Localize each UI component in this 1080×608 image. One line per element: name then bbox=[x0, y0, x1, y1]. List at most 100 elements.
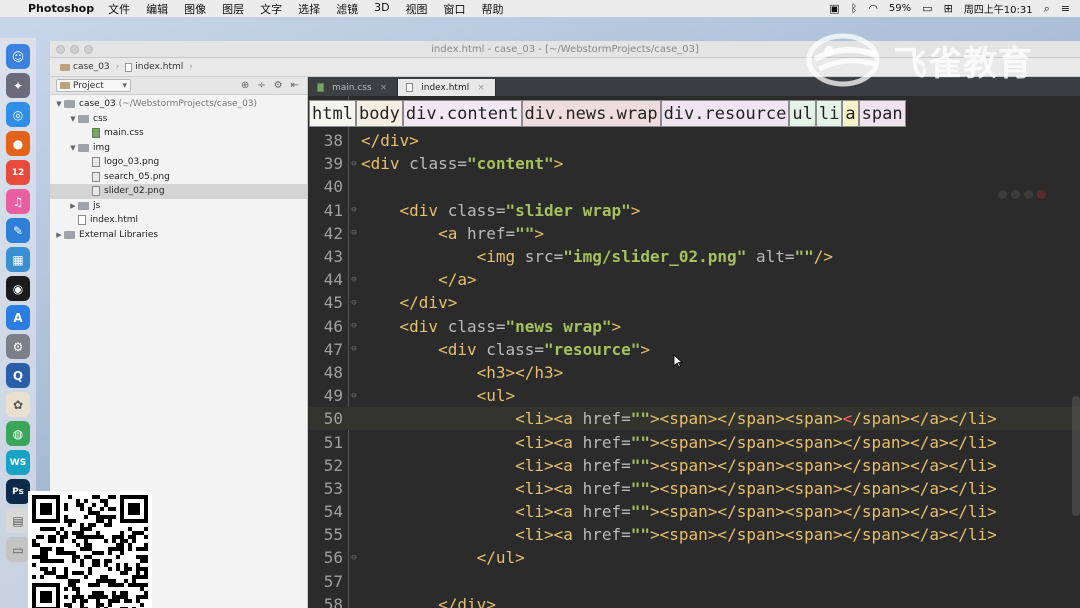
menu-item[interactable]: 编辑 bbox=[146, 1, 168, 17]
gear-icon[interactable]: ⚙ bbox=[274, 80, 283, 91]
code-line[interactable]: 47 ⊖ <div class="resource"> bbox=[309, 338, 1080, 361]
code-line[interactable]: 58 </div> bbox=[309, 593, 1080, 608]
chrome-icon[interactable]: ◍ bbox=[6, 421, 30, 446]
tag-breadcrumb-item[interactable]: div.content bbox=[402, 100, 522, 127]
tab-main-css[interactable]: main.css × bbox=[309, 79, 399, 96]
expand-arrow-icon[interactable]: ▼ bbox=[68, 144, 78, 152]
fold-marker-icon[interactable]: ⊖ bbox=[347, 275, 361, 285]
fold-marker-icon[interactable]: ⊖ bbox=[347, 298, 361, 308]
close-tab-icon[interactable]: × bbox=[380, 83, 388, 93]
code-editor[interactable]: html body div.content div.news.wrap div.reso… bbox=[309, 96, 1080, 608]
battery-icon[interactable]: ▭ bbox=[922, 2, 932, 15]
code-line[interactable]: 43 <img src="img/slider_02.png" alt=""/> bbox=[309, 245, 1080, 268]
code-line[interactable]: 53 <li><a href=""><span></span><span></s… bbox=[309, 477, 1080, 500]
tag-breadcrumb-item[interactable]: div.resource bbox=[660, 100, 790, 127]
menu-item[interactable]: 滤镜 bbox=[336, 1, 358, 17]
fold-marker-icon[interactable]: ⊖ bbox=[347, 228, 361, 238]
code-line[interactable]: 54 <li><a href=""><span></span><span></s… bbox=[309, 500, 1080, 523]
code-line[interactable]: 44 ⊖ </a> bbox=[309, 268, 1080, 291]
launchpad-icon[interactable]: ✦ bbox=[6, 73, 30, 98]
hide-panel-icon[interactable]: ⇤ bbox=[291, 80, 299, 91]
photos-icon[interactable]: ✿ bbox=[6, 392, 30, 417]
fold-marker-icon[interactable]: ⊖ bbox=[347, 321, 361, 331]
code-line[interactable]: 51 <li><a href=""><span></span><span></s… bbox=[309, 430, 1080, 453]
code-line[interactable]: 55 <li><a href=""><span></span><span></s… bbox=[309, 523, 1080, 546]
code-line[interactable]: 50 <li><a href=""><span></span><span></s… bbox=[309, 407, 1080, 431]
code-line[interactable]: 57 bbox=[309, 570, 1080, 593]
code-line[interactable]: 45 ⊖ </div> bbox=[309, 291, 1080, 314]
tree-item[interactable]: index.html bbox=[50, 213, 307, 228]
code-line[interactable]: 38 </div> bbox=[309, 129, 1080, 152]
fold-marker-icon[interactable]: ⊖ bbox=[347, 553, 361, 563]
sync-icon[interactable]: ⊕ bbox=[241, 80, 249, 91]
code-line[interactable]: 52 <li><a href=""><span></span><span></s… bbox=[309, 454, 1080, 477]
tree-item[interactable]: main.css bbox=[50, 126, 307, 141]
menu-item[interactable]: 视图 bbox=[406, 1, 428, 17]
qq-icon[interactable]: ◉ bbox=[6, 276, 30, 301]
xcode-icon[interactable]: ✎ bbox=[6, 218, 30, 243]
tree-item[interactable]: logo_03.png bbox=[50, 155, 307, 170]
nav-crumb-file[interactable]: index.html bbox=[125, 62, 183, 72]
wifi-icon[interactable]: ◠ bbox=[868, 2, 878, 15]
menu-item[interactable]: 文件 bbox=[108, 1, 130, 17]
clock[interactable]: 周四上午10:31 bbox=[964, 1, 1033, 16]
tree-item[interactable]: ▼ case_03 (~/WebstormProjects/case_03) bbox=[50, 97, 307, 112]
finder-window-icon[interactable]: ▭ bbox=[6, 537, 30, 562]
nav-crumb-project[interactable]: case_03 bbox=[60, 62, 110, 72]
tag-breadcrumb-item[interactable]: body bbox=[355, 100, 403, 127]
notification-center-icon[interactable]: ≡ bbox=[1061, 2, 1070, 15]
appstore-icon[interactable]: A bbox=[6, 305, 30, 330]
code-line[interactable]: 42 ⊖ <a href=""> bbox=[309, 222, 1080, 245]
bluetooth-icon[interactable]: ᛒ bbox=[851, 2, 858, 15]
code-lines[interactable]: 38 </div> 39 ⊖ <div class="content"> 40 41 ⊖ <d… bbox=[309, 129, 1080, 608]
safari-icon[interactable]: ◎ bbox=[6, 102, 30, 127]
tag-breadcrumb-item[interactable]: html bbox=[309, 100, 356, 127]
tree-item[interactable]: ▼ img bbox=[50, 141, 307, 156]
collapsed-arrow-icon[interactable]: ▶ bbox=[54, 231, 64, 239]
code-line[interactable]: 41 ⊖ <div class="slider wrap"> bbox=[309, 199, 1080, 222]
tree-item[interactable]: ▼ css bbox=[50, 112, 307, 127]
menu-app-name[interactable]: Photoshop bbox=[28, 2, 94, 15]
tree-item[interactable]: search_05.png bbox=[50, 170, 307, 185]
minimize-window-button[interactable] bbox=[70, 45, 79, 54]
photoshop-icon[interactable]: Ps bbox=[6, 479, 30, 504]
code-line[interactable]: 40 bbox=[309, 175, 1080, 198]
tag-breadcrumb-item[interactable]: li bbox=[815, 100, 843, 127]
tag-breadcrumb-item[interactable]: a bbox=[842, 100, 859, 127]
tag-breadcrumb-item[interactable]: span bbox=[858, 100, 906, 127]
tag-breadcrumb-item[interactable]: ul bbox=[789, 100, 816, 127]
menu-item[interactable]: 窗口 bbox=[444, 1, 466, 17]
zoom-window-button[interactable] bbox=[84, 45, 93, 54]
spotlight-icon[interactable]: ⌕ bbox=[1044, 2, 1050, 16]
fold-marker-icon[interactable]: ⊖ bbox=[347, 391, 361, 401]
preview-icon[interactable]: ▦ bbox=[6, 247, 30, 272]
finder-icon[interactable]: ☺ bbox=[6, 44, 30, 69]
expand-arrow-icon[interactable]: ▼ bbox=[54, 100, 64, 108]
fold-marker-icon[interactable]: ⊖ bbox=[347, 205, 361, 215]
menu-item[interactable]: 图层 bbox=[222, 1, 244, 17]
document-icon[interactable]: ▤ bbox=[6, 508, 30, 533]
input-source-icon[interactable]: ⊞ bbox=[944, 2, 953, 15]
tag-breadcrumb-item[interactable]: div.news.wrap bbox=[521, 100, 661, 127]
menu-item[interactable]: 帮助 bbox=[482, 1, 504, 17]
code-line[interactable]: 49 ⊖ <ul> bbox=[309, 384, 1080, 407]
code-line[interactable]: 48 <h3></h3> bbox=[309, 361, 1080, 384]
tree-item[interactable]: ▶ js bbox=[50, 199, 307, 214]
quicktime-icon[interactable]: Q bbox=[6, 363, 30, 388]
project-view-select[interactable]: Project ▾ bbox=[56, 79, 131, 92]
itunes-icon[interactable]: ♫ bbox=[6, 189, 30, 214]
tree-item[interactable]: ▶ External Libraries bbox=[50, 228, 307, 243]
expand-arrow-icon[interactable]: ▼ bbox=[68, 115, 78, 123]
webstorm-icon[interactable]: WS bbox=[6, 450, 30, 475]
close-window-button[interactable] bbox=[56, 45, 65, 54]
collapsed-arrow-icon[interactable]: ▶ bbox=[68, 202, 78, 210]
menu-item[interactable]: 图像 bbox=[184, 1, 206, 17]
menu-item[interactable]: 选择 bbox=[298, 1, 320, 17]
menu-item[interactable]: 文字 bbox=[260, 1, 282, 17]
menu-item[interactable]: 3D bbox=[374, 1, 389, 17]
battery-percent[interactable]: 59% bbox=[889, 3, 911, 14]
close-tab-icon[interactable]: × bbox=[477, 83, 485, 93]
fold-marker-icon[interactable]: ⊖ bbox=[347, 344, 361, 354]
system-preferences-icon[interactable]: ⚙ bbox=[6, 334, 30, 359]
code-line[interactable]: 46 ⊖ <div class="news wrap"> bbox=[309, 315, 1080, 338]
